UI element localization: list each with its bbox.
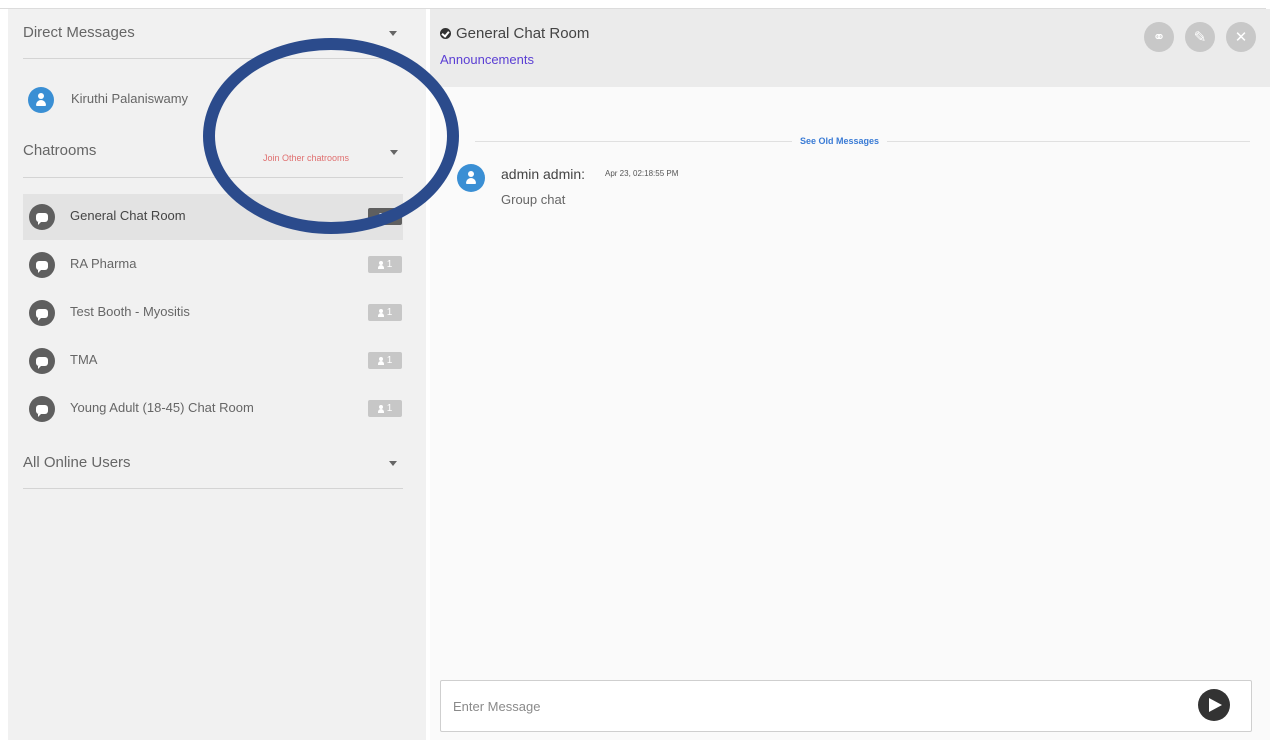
message-avatar-icon [457, 164, 485, 192]
check-circle-icon [440, 28, 451, 39]
announcements-link[interactable]: Announcements [440, 52, 534, 67]
chatroom-item-general[interactable]: General Chat Room 1 [23, 194, 403, 240]
see-old-messages-link[interactable]: See Old Messages [792, 136, 888, 146]
chat-header: General Chat Room Announcements ⚭ ✎ ✕ [430, 9, 1270, 87]
dm-user-item[interactable]: Kiruthi Palaniswamy [28, 87, 328, 115]
online-users-header[interactable]: All Online Users [23, 454, 403, 474]
chatrooms-label: Chatrooms [23, 142, 97, 159]
divider [23, 488, 403, 489]
chatroom-name: TMA [70, 352, 98, 367]
chat-bubble-icon [29, 348, 55, 374]
chevron-down-icon[interactable] [389, 31, 397, 36]
user-count-badge: 1 [368, 256, 402, 273]
chat-bubble-icon [29, 396, 55, 422]
chat-room-title-text: General Chat Room [456, 25, 590, 42]
edit-icon[interactable]: ✎ [1185, 22, 1215, 52]
user-icon [377, 308, 384, 317]
chatroom-item-tma[interactable]: TMA 1 [23, 338, 403, 384]
link-icon[interactable]: ⚭ [1144, 22, 1174, 52]
user-icon [377, 404, 384, 413]
close-icon[interactable]: ✕ [1226, 22, 1256, 52]
user-icon [377, 212, 384, 221]
chat-bubble-icon [29, 252, 55, 278]
chatroom-item-ra-pharma[interactable]: RA Pharma 1 [23, 242, 403, 288]
chatroom-item-young-adult[interactable]: Young Adult (18-45) Chat Room 1 [23, 386, 403, 432]
message-composer [440, 680, 1252, 732]
divider [23, 177, 403, 178]
chat-panel: General Chat Room Announcements ⚭ ✎ ✕ Se… [430, 9, 1270, 740]
chevron-down-icon[interactable] [389, 461, 397, 466]
user-count-badge: 1 [368, 304, 402, 321]
user-count-badge: 1 [368, 352, 402, 369]
dm-user-name: Kiruthi Palaniswamy [71, 91, 189, 106]
user-count-badge: 1 [368, 400, 402, 417]
chatroom-name: Young Adult (18-45) Chat Room [70, 400, 254, 415]
sidebar: Direct Messages Kiruthi Palaniswamy Chat… [8, 9, 426, 740]
user-icon [377, 356, 384, 365]
user-avatar-icon [28, 87, 54, 113]
message-text: Group chat [501, 192, 566, 207]
chat-bubble-icon [29, 204, 55, 230]
join-other-chatrooms-link[interactable]: Join Other chatrooms [263, 153, 349, 163]
chevron-down-icon[interactable] [390, 150, 398, 155]
message-input[interactable] [451, 695, 1155, 717]
online-users-label: All Online Users [23, 454, 131, 471]
direct-messages-label: Direct Messages [23, 24, 135, 41]
user-icon [377, 260, 384, 269]
chatroom-item-test-booth[interactable]: Test Booth - Myositis 1 [23, 290, 403, 336]
message-author: admin admin: [501, 166, 586, 182]
chatroom-name: General Chat Room [70, 208, 186, 223]
chat-bubble-icon [29, 300, 55, 326]
chatroom-name: RA Pharma [70, 256, 137, 271]
chatroom-name: Test Booth - Myositis [70, 304, 190, 319]
divider [23, 58, 403, 59]
user-count-badge: 1 [368, 208, 402, 225]
message-timestamp: Apr 23, 02:18:55 PM [605, 169, 679, 178]
send-icon[interactable] [1198, 689, 1230, 721]
chat-room-title: General Chat Room [440, 25, 589, 42]
direct-messages-header[interactable]: Direct Messages [23, 24, 403, 44]
